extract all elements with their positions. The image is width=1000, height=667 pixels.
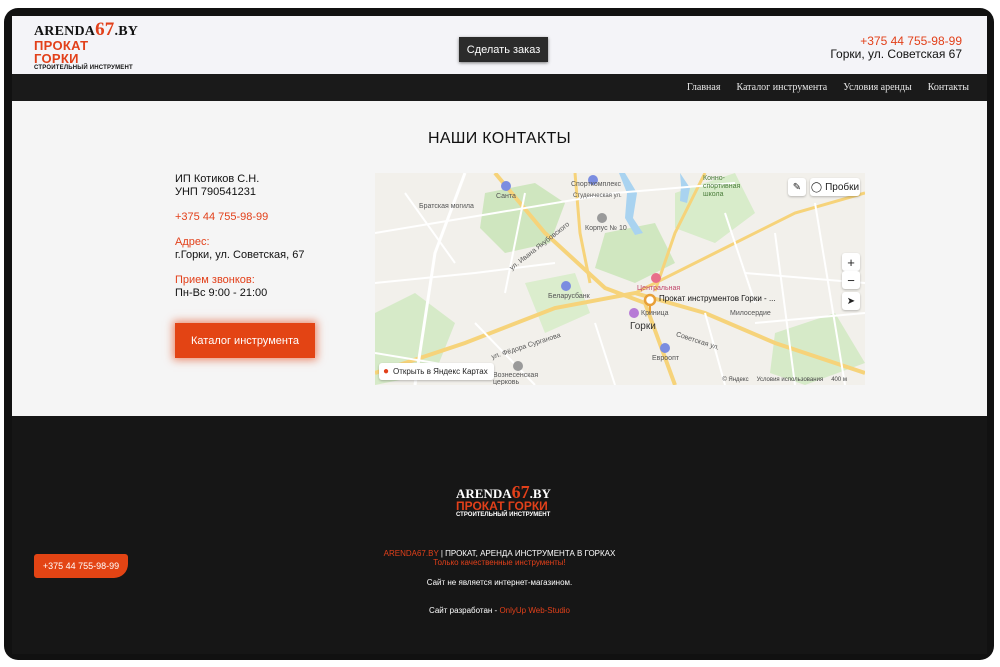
- address-value: г.Горки, ул. Советская, 67: [175, 249, 305, 261]
- hours-label: Прием звонков:: [175, 274, 255, 286]
- poi-church-icon[interactable]: [513, 361, 523, 371]
- ruler-button[interactable]: ✎: [788, 178, 806, 196]
- footer-dev-link[interactable]: OnlyUp Web-Studio: [499, 606, 570, 615]
- map-pin-icon: ●: [383, 366, 390, 377]
- open-in-yandex-maps[interactable]: ● Открыть в Яндекс Картах: [379, 363, 494, 380]
- map-label-santa: Санта: [496, 193, 516, 200]
- map-label-bank: Беларусбанк: [548, 293, 590, 300]
- footer-site-name[interactable]: ARENDA67.BY: [384, 549, 439, 558]
- footer-tagline: | ПРОКАТ, АРЕНДА ИНСТРУМЕНТА В ГОРКАХ: [438, 549, 616, 558]
- nav-catalog[interactable]: Каталог инструмента: [736, 82, 827, 93]
- main-nav: Главная Каталог инструмента Условия арен…: [12, 74, 987, 101]
- footer: ARENDA67.BY ПРОКАТ ГОРКИ СТРОИТЕЛЬНЫЙ ИН…: [12, 416, 987, 654]
- map-label-euroopt: Евроопт: [652, 355, 680, 362]
- poi-bank-icon[interactable]: [561, 281, 571, 291]
- map-label-konno: Конно-спортивная школа: [703, 175, 741, 198]
- logo-subtitle: ПРОКАТ ГОРКИ: [34, 38, 89, 66]
- logo-tagline: СТРОИТЕЛЬНЫЙ ИНСТРУМЕНТ: [34, 65, 133, 71]
- nav-home[interactable]: Главная: [687, 82, 721, 93]
- nav-rental-terms[interactable]: Условия аренды: [843, 82, 912, 93]
- geolocation-button[interactable]: ➤: [842, 292, 860, 310]
- map-marker-label[interactable]: Прокат инструментов Горки - ...: [659, 294, 776, 303]
- footer-logo-subtitle: ПРОКАТ ГОРКИ: [456, 499, 548, 513]
- map-copyright-text: © Яндекс: [722, 377, 749, 383]
- poi-korpus-icon[interactable]: [597, 213, 607, 223]
- footer-developer: Сайт разработан - OnlyUp Web-Studio: [12, 606, 987, 615]
- map-label-miloserdie: Милосердие: [730, 310, 771, 317]
- contact-phone[interactable]: +375 44 755-98-99: [175, 211, 355, 224]
- map-label-krinitsa: Криница: [641, 310, 669, 317]
- map-scale: 400 м: [831, 377, 847, 383]
- map-terms-link[interactable]: Условия использования: [757, 377, 824, 383]
- ruler-icon: ✎: [792, 181, 802, 193]
- header-address: Горки, ул. Советская 67: [830, 47, 962, 61]
- map-label-korpus: Корпус № 10: [585, 225, 627, 232]
- page: ARENDA67.BY ПРОКАТ ГОРКИ СТРОИТЕЛЬНЫЙ ИН…: [12, 16, 987, 654]
- poi-krinitsa-icon[interactable]: [629, 308, 639, 318]
- map-label-central: Центральная: [637, 285, 681, 292]
- contacts-section: НАШИ КОНТАКТЫ ИП Котиков С.Н. УНП 790541…: [12, 101, 987, 416]
- logo-tld: .BY: [114, 24, 139, 39]
- header-phone[interactable]: +375 44 755-98-99: [860, 34, 962, 48]
- poi-santa-icon[interactable]: [501, 181, 511, 191]
- catalog-button[interactable]: Каталог инструмента: [175, 323, 315, 358]
- poi-central-icon[interactable]: [651, 273, 661, 283]
- footer-logo[interactable]: ARENDA67.BY ПРОКАТ ГОРКИ СТРОИТЕЛЬНЫЙ ИН…: [456, 483, 556, 526]
- header: ARENDA67.BY ПРОКАТ ГОРКИ СТРОИТЕЛЬНЫЙ ИН…: [12, 16, 987, 74]
- map-label-church: Вознесенская церковь: [493, 372, 539, 385]
- page-title: НАШИ КОНТАКТЫ: [427, 130, 572, 147]
- location-arrow-icon: ➤: [846, 295, 856, 307]
- map-label-sport: Спорткомплекс: [571, 181, 621, 188]
- contact-info: ИП Котиков С.Н. УНП 790541231 +375 44 75…: [175, 173, 355, 300]
- site-logo[interactable]: ARENDA67.BY ПРОКАТ ГОРКИ СТРОИТЕЛЬНЫЙ ИН…: [34, 20, 138, 71]
- order-button[interactable]: Сделать заказ: [459, 37, 548, 62]
- map-label-gorki: Горки: [630, 321, 656, 332]
- map-copyright: © Яндекс Условия использования 400 м: [722, 377, 847, 383]
- footer-quality: Только качественные инструменты!: [433, 558, 566, 567]
- address-label: Адрес:: [175, 236, 210, 248]
- owner-name: ИП Котиков С.Н.: [175, 173, 260, 185]
- browser-frame: ARENDA67.BY ПРОКАТ ГОРКИ СТРОИТЕЛЬНЫЙ ИН…: [4, 8, 994, 660]
- traffic-button[interactable]: ◯ Пробки: [810, 178, 860, 196]
- footer-disclaimer: Сайт не является интернет-магазином.: [426, 578, 573, 587]
- traffic-icon: ◯: [810, 181, 823, 193]
- zoom-in-button[interactable]: +: [842, 253, 860, 271]
- map-label-bratskaya: Братская могила: [419, 203, 474, 210]
- map-label-student: Студенческая ул.: [573, 193, 622, 199]
- hours-value: Пн-Вс 9:00 - 21:00: [175, 287, 268, 299]
- yandex-map[interactable]: Санта Спорткомплекс Студенческая ул. Кор…: [375, 173, 865, 385]
- logo-brand: ARENDA: [34, 24, 96, 39]
- plus-icon: +: [847, 254, 855, 270]
- footer-tagline-line: ARENDA67.BY | ПРОКАТ, АРЕНДА ИНСТРУМЕНТА…: [12, 549, 987, 558]
- footer-logo-tagline: СТРОИТЕЛЬНЫЙ ИНСТРУМЕНТ: [456, 512, 551, 518]
- nav-contacts[interactable]: Контакты: [928, 82, 969, 93]
- floating-phone-button[interactable]: +375 44 755-98-99: [34, 554, 128, 578]
- poi-euroopt-icon[interactable]: [660, 343, 670, 353]
- logo-number: 67: [95, 19, 115, 40]
- footer-dev-prefix: Сайт разработан -: [428, 606, 500, 615]
- minus-icon: −: [847, 272, 855, 288]
- zoom-out-button[interactable]: −: [842, 271, 860, 289]
- unp-number: УНП 790541231: [175, 186, 256, 198]
